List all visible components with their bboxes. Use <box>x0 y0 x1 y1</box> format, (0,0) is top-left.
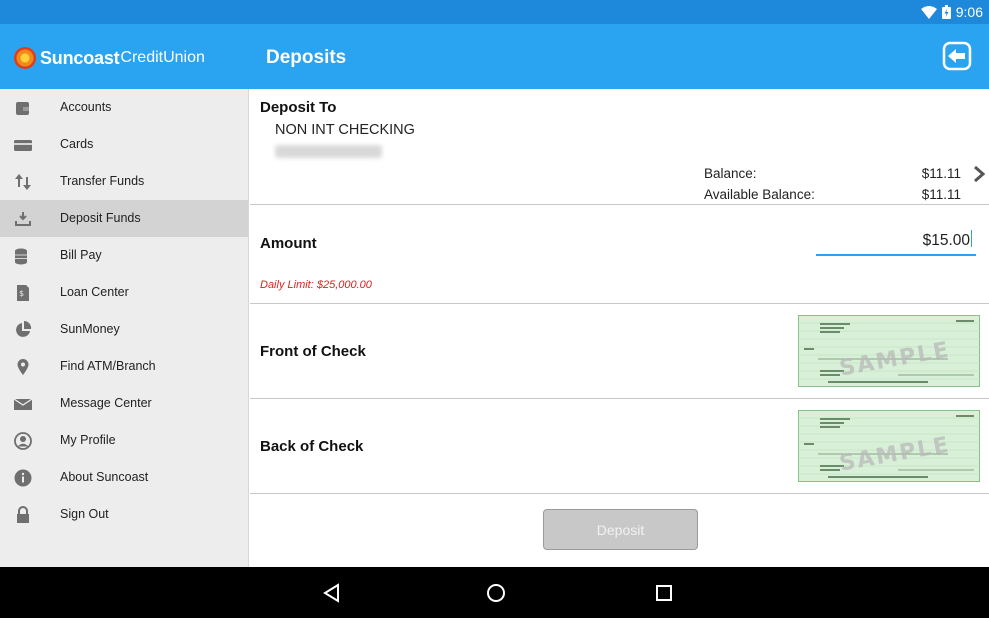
sidebar-item-label: Find ATM/Branch <box>60 359 156 373</box>
logo-text-light: CreditUnion <box>120 49 205 66</box>
sidebar-item-sunmoney[interactable]: SunMoney <box>0 311 248 348</box>
back-triangle-icon[interactable] <box>320 581 344 605</box>
map-pin-icon <box>17 359 29 375</box>
sidebar-item-transfer-funds[interactable]: Transfer Funds <box>0 163 248 200</box>
sidebar-item-find-atm-branch[interactable]: Find ATM/Branch <box>0 348 248 385</box>
lock-icon <box>17 506 29 523</box>
sidebar-item-label: Transfer Funds <box>60 174 145 188</box>
deposit-tray-icon <box>15 212 31 226</box>
sidebar-nav: Accounts Cards Transfer Funds Deposit Fu… <box>0 89 249 567</box>
loan-document-icon: $ <box>17 285 29 301</box>
logout-icon[interactable] <box>942 41 972 71</box>
app-bar: Suncoast CreditUnion Deposits <box>0 24 989 89</box>
sidebar-item-my-profile[interactable]: My Profile <box>0 422 248 459</box>
suncoast-logo: Suncoast CreditUnion <box>14 47 205 69</box>
chevron-right-icon[interactable] <box>973 166 985 182</box>
logo-text-bold: Suncoast <box>40 47 120 68</box>
sidebar-item-label: Bill Pay <box>60 248 102 262</box>
daily-limit-text: Daily Limit: $25,000.00 <box>260 279 372 291</box>
account-number-redacted <box>275 145 382 158</box>
back-of-check-label: Back of Check <box>260 438 364 455</box>
clock: 9:06 <box>955 4 983 20</box>
sidebar-item-accounts[interactable]: Accounts <box>0 89 248 126</box>
balance-label: Balance: <box>704 166 757 181</box>
sidebar-item-label: SunMoney <box>60 322 120 336</box>
front-check-sample-image[interactable]: SAMPLE <box>798 315 980 387</box>
available-balance-value: $11.11 <box>921 187 961 202</box>
user-circle-icon <box>14 432 32 450</box>
sun-logo-icon <box>14 47 36 69</box>
battery-icon <box>941 5 951 19</box>
balance-value: $11.11 <box>921 166 961 181</box>
sidebar-item-label: Message Center <box>60 396 152 410</box>
sidebar-item-loan-center[interactable]: $ Loan Center <box>0 274 248 311</box>
sidebar-item-label: Loan Center <box>60 285 129 299</box>
sidebar-item-label: Cards <box>60 137 94 151</box>
wifi-icon <box>920 5 937 19</box>
sidebar-item-cards[interactable]: Cards <box>0 126 248 163</box>
text-cursor <box>971 230 972 247</box>
coins-stack-icon <box>15 248 27 265</box>
sidebar-item-label: My Profile <box>60 433 116 447</box>
wallet-icon <box>16 102 29 115</box>
system-nav-bar <box>0 567 989 618</box>
page-title: Deposits <box>266 47 347 68</box>
sidebar-item-label: About Suncoast <box>60 470 149 484</box>
sidebar-item-sign-out[interactable]: Sign Out <box>0 496 248 533</box>
sidebar-item-deposit-funds[interactable]: Deposit Funds <box>0 200 248 237</box>
credit-card-icon <box>14 140 32 151</box>
deposit-to-label: Deposit To <box>260 99 337 116</box>
status-bar: 9:06 <box>0 0 989 24</box>
sidebar-item-bill-pay[interactable]: Bill Pay <box>0 237 248 274</box>
deposit-button[interactable]: Deposit <box>543 509 698 550</box>
available-balance-label: Available Balance: <box>704 187 815 202</box>
back-of-check-section[interactable]: Back of Check SAMPLE <box>250 399 989 494</box>
sidebar-item-about-suncoast[interactable]: About Suncoast <box>0 459 248 496</box>
sidebar-item-label: Sign Out <box>60 507 109 521</box>
amount-label: Amount <box>260 235 317 252</box>
envelope-icon <box>14 398 32 410</box>
app-screen: 9:06 Suncoast CreditUnion Deposits Accou… <box>0 0 989 618</box>
recents-square-icon[interactable] <box>652 581 676 605</box>
back-check-sample-image[interactable]: SAMPLE <box>798 410 980 482</box>
svg-text:$: $ <box>19 289 24 298</box>
home-circle-icon[interactable] <box>484 581 508 605</box>
transfer-arrows-icon <box>15 174 31 190</box>
account-name: NON INT CHECKING <box>275 122 415 138</box>
front-of-check-section[interactable]: Front of Check SAMPLE <box>250 304 989 399</box>
amount-input[interactable]: $15.00 <box>816 230 976 256</box>
sidebar-item-message-center[interactable]: Message Center <box>0 385 248 422</box>
amount-section: Amount $15.00 Daily Limit: $25,000.00 <box>250 205 989 304</box>
deposit-to-section[interactable]: Deposit To NON INT CHECKING Balance: $11… <box>250 89 989 205</box>
amount-value: $15.00 <box>922 232 970 249</box>
front-of-check-label: Front of Check <box>260 343 366 360</box>
info-icon <box>14 469 32 487</box>
deposit-form: Deposit To NON INT CHECKING Balance: $11… <box>250 89 989 567</box>
pie-chart-icon <box>16 321 32 337</box>
sidebar-item-label: Accounts <box>60 100 112 114</box>
sidebar-item-label: Deposit Funds <box>60 211 141 225</box>
